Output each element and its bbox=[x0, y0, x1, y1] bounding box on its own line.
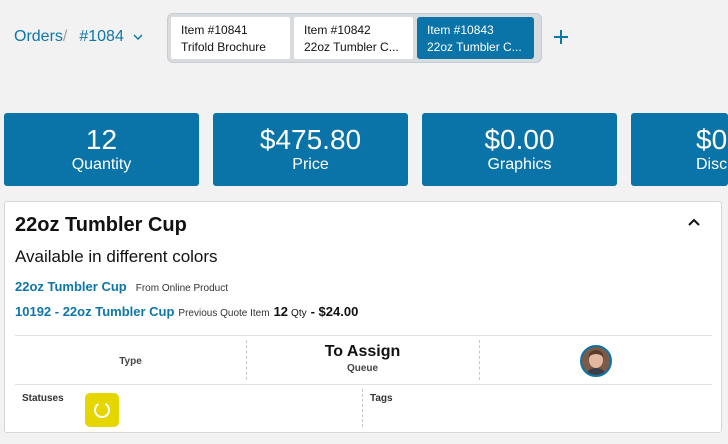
tab-item-10843[interactable]: Item #10843 22oz Tumbler C... bbox=[417, 17, 534, 59]
item-card: 22oz Tumbler Cup Available in different … bbox=[4, 201, 722, 433]
add-item-icon[interactable] bbox=[551, 27, 571, 47]
divider bbox=[362, 389, 363, 427]
stat-label: Graphics bbox=[487, 156, 552, 173]
avatar-image bbox=[582, 347, 610, 375]
stat-price: $475.80 Price bbox=[213, 113, 408, 186]
quote-source-label: Previous Quote Item bbox=[178, 308, 270, 319]
product-link[interactable]: 22oz Tumbler Cup bbox=[15, 279, 127, 294]
quote-item-link[interactable]: 10192 - 22oz Tumbler Cup bbox=[15, 304, 174, 319]
breadcrumb-order-number[interactable]: #1084 bbox=[79, 28, 124, 46]
stat-value: $0. bbox=[696, 124, 728, 155]
quote-price: - $24.00 bbox=[310, 304, 359, 319]
product-source-line: 22oz Tumbler Cup From Online Product bbox=[15, 279, 228, 294]
item-details-row: Type To Assign Queue bbox=[15, 335, 712, 385]
breadcrumb-orders-link[interactable]: Orders bbox=[14, 28, 63, 46]
tags-label: Tags bbox=[370, 393, 393, 404]
queue-label: Queue bbox=[346, 363, 379, 374]
tab-item-name: 22oz Tumbler C... bbox=[427, 40, 522, 54]
queue-cell[interactable]: To Assign Queue bbox=[246, 336, 479, 385]
chevron-down-icon[interactable] bbox=[133, 32, 143, 42]
divider bbox=[479, 340, 480, 380]
type-cell[interactable]: Type bbox=[15, 336, 246, 385]
statuses-label: Statuses bbox=[22, 393, 64, 404]
tab-item-name: Trifold Brochure bbox=[181, 40, 266, 54]
tab-item-number: Item #10842 bbox=[304, 23, 371, 37]
quote-source-line: 10192 - 22oz Tumbler Cup Previous Quote … bbox=[15, 304, 358, 319]
stat-label: Price bbox=[292, 156, 329, 173]
stat-value: $475.80 bbox=[259, 124, 362, 155]
stat-quantity: 12 Quantity bbox=[4, 113, 199, 186]
stat-label: Disc bbox=[696, 156, 728, 173]
tab-item-number: Item #10843 bbox=[427, 23, 494, 37]
product-source-label: From Online Product bbox=[135, 283, 228, 294]
queue-value: To Assign bbox=[324, 343, 401, 360]
tab-item-10842[interactable]: Item #10842 22oz Tumbler C... bbox=[294, 17, 413, 59]
stat-discount: $0. Disc bbox=[631, 113, 728, 186]
stat-value: $0.00 bbox=[484, 124, 555, 155]
statuses-tags-row: Statuses Tags bbox=[15, 385, 712, 429]
item-tabs: Item #10841 Trifold Brochure Item #10842… bbox=[167, 13, 542, 63]
avatar[interactable] bbox=[580, 345, 612, 377]
type-label: Type bbox=[119, 356, 142, 367]
breadcrumb-separator: / bbox=[62, 28, 68, 45]
chevron-up-icon[interactable] bbox=[687, 217, 701, 227]
status-button[interactable] bbox=[85, 393, 119, 427]
status-spinner-icon bbox=[94, 403, 110, 418]
tab-item-10841[interactable]: Item #10841 Trifold Brochure bbox=[171, 17, 290, 59]
stat-value: 12 bbox=[85, 124, 118, 155]
tab-item-number: Item #10841 bbox=[181, 23, 248, 37]
quote-qty-unit: Qty bbox=[291, 308, 307, 319]
breadcrumb: Orders / #1084 bbox=[14, 28, 143, 46]
item-title: 22oz Tumbler Cup bbox=[15, 214, 187, 236]
quote-qty-value: 12 bbox=[273, 304, 289, 319]
tab-item-name: 22oz Tumbler C... bbox=[304, 40, 399, 54]
stat-graphics: $0.00 Graphics bbox=[422, 113, 617, 186]
stat-label: Quantity bbox=[71, 156, 132, 173]
item-subtitle: Available in different colors bbox=[15, 247, 218, 266]
